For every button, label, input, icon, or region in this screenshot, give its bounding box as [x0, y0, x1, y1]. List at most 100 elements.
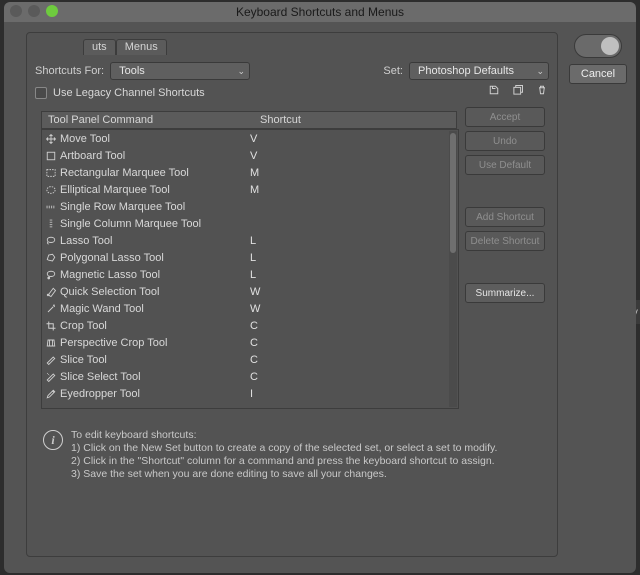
- tool-name: Polygonal Lasso Tool: [60, 252, 250, 264]
- tool-shortcut[interactable]: C: [250, 371, 290, 383]
- new-set-icon[interactable]: [511, 83, 525, 97]
- tool-row[interactable]: Crop ToolC: [42, 317, 448, 334]
- tool-row[interactable]: Lasso ToolL: [42, 232, 448, 249]
- tool-shortcut[interactable]: C: [250, 337, 290, 349]
- tool-name: Quick Selection Tool: [60, 286, 250, 298]
- tool-shortcut[interactable]: W: [250, 286, 290, 298]
- header-shortcut: Shortcut: [260, 114, 301, 126]
- tool-shortcut[interactable]: I: [250, 388, 290, 400]
- zoom-icon[interactable]: [46, 5, 58, 17]
- label-legacy: Use Legacy Channel Shortcuts: [53, 87, 205, 99]
- tab-shortcuts[interactable]: uts: [83, 39, 116, 55]
- tool-shortcut[interactable]: L: [250, 252, 290, 264]
- tool-row[interactable]: Perspective Crop ToolC: [42, 334, 448, 351]
- header-command: Tool Panel Command: [42, 114, 260, 126]
- info-line-1: 1) Click on the New Set button to create…: [71, 442, 497, 455]
- tool-row[interactable]: Rectangular Marquee ToolM: [42, 164, 448, 181]
- tool-shortcut[interactable]: L: [250, 235, 290, 247]
- label-shortcuts-for: Shortcuts For:: [35, 65, 104, 77]
- close-icon[interactable]: [10, 5, 22, 17]
- tool-shortcut[interactable]: C: [250, 354, 290, 366]
- scrollbar[interactable]: [449, 131, 457, 407]
- select-set-value: Photoshop Defaults: [418, 65, 514, 77]
- tool-row[interactable]: Eyedropper ToolI: [42, 385, 448, 402]
- ok-toggle[interactable]: [574, 34, 622, 58]
- delete-shortcut-button[interactable]: Delete Shortcut: [465, 231, 545, 251]
- slice-icon: [42, 354, 60, 366]
- tool-name: Slice Select Tool: [60, 371, 250, 383]
- app-background: ty Keyboard Shortcuts and Menus Cancel u…: [0, 0, 640, 575]
- row-marq-icon: [42, 201, 60, 213]
- tool-row[interactable]: Magic Wand ToolW: [42, 300, 448, 317]
- checkbox-legacy[interactable]: [35, 87, 47, 99]
- tool-row[interactable]: Single Row Marquee Tool: [42, 198, 448, 215]
- cancel-button[interactable]: Cancel: [569, 64, 627, 84]
- col-marq-icon: [42, 218, 60, 230]
- tool-name: Lasso Tool: [60, 235, 250, 247]
- tool-name: Magnetic Lasso Tool: [60, 269, 250, 281]
- mag-lasso-icon: [42, 269, 60, 281]
- tool-shortcut[interactable]: M: [250, 167, 290, 179]
- use-default-button[interactable]: Use Default: [465, 155, 545, 175]
- artboard-icon: [42, 150, 60, 162]
- select-shortcuts-for-value: Tools: [119, 65, 145, 77]
- poly-lasso-icon: [42, 252, 60, 264]
- summarize-button[interactable]: Summarize...: [465, 283, 545, 303]
- window-controls: [10, 5, 58, 17]
- tool-shortcut[interactable]: L: [250, 269, 290, 281]
- quick-sel-icon: [42, 286, 60, 298]
- info-line-3: 3) Save the set when you are done editin…: [71, 468, 497, 481]
- chevron-down-icon: ⌄: [536, 66, 544, 77]
- tool-name: Single Column Marquee Tool: [60, 218, 250, 230]
- window-title: Keyboard Shortcuts and Menus: [4, 5, 636, 19]
- tool-name: Single Row Marquee Tool: [60, 201, 250, 213]
- tabs: uts Menus: [83, 39, 167, 55]
- tool-name: Slice Tool: [60, 354, 250, 366]
- tool-name: Eyedropper Tool: [60, 388, 250, 400]
- dialog-body: Cancel uts Menus Shortcuts For: Tools ⌄ …: [4, 22, 636, 573]
- add-shortcut-button[interactable]: Add Shortcut: [465, 207, 545, 227]
- tool-name: Artboard Tool: [60, 150, 250, 162]
- tool-shortcut[interactable]: V: [250, 150, 290, 162]
- tool-list: Move ToolVArtboard ToolVRectangular Marq…: [41, 129, 459, 409]
- tool-name: Perspective Crop Tool: [60, 337, 250, 349]
- tool-name: Crop Tool: [60, 320, 250, 332]
- select-set[interactable]: Photoshop Defaults ⌄: [409, 62, 549, 80]
- tool-shortcut[interactable]: C: [250, 320, 290, 332]
- tool-row[interactable]: Single Column Marquee Tool: [42, 215, 448, 232]
- slice-sel-icon: [42, 371, 60, 383]
- tool-row[interactable]: Artboard ToolV: [42, 147, 448, 164]
- info-panel: i To edit keyboard shortcuts: 1) Click o…: [43, 429, 541, 481]
- accept-button[interactable]: Accept: [465, 107, 545, 127]
- delete-set-icon[interactable]: [535, 83, 549, 97]
- select-shortcuts-for[interactable]: Tools ⌄: [110, 62, 250, 80]
- scrollbar-thumb[interactable]: [450, 133, 456, 253]
- minimize-icon[interactable]: [28, 5, 40, 17]
- tool-name: Magic Wand Tool: [60, 303, 250, 315]
- tool-row[interactable]: Slice Select ToolC: [42, 368, 448, 385]
- tool-row[interactable]: Polygonal Lasso ToolL: [42, 249, 448, 266]
- tool-shortcut[interactable]: V: [250, 133, 290, 145]
- tool-row[interactable]: Magnetic Lasso ToolL: [42, 266, 448, 283]
- tool-row[interactable]: Quick Selection ToolW: [42, 283, 448, 300]
- ell-marq-icon: [42, 184, 60, 196]
- tool-row[interactable]: Slice ToolC: [42, 351, 448, 368]
- titlebar: Keyboard Shortcuts and Menus: [4, 2, 636, 22]
- save-set-icon[interactable]: [487, 83, 501, 97]
- tab-menus[interactable]: Menus: [116, 39, 167, 55]
- info-line-2: 2) Click in the "Shortcut" column for a …: [71, 455, 497, 468]
- info-icon: i: [43, 430, 63, 450]
- info-heading: To edit keyboard shortcuts:: [71, 429, 497, 442]
- chevron-down-icon: ⌄: [238, 66, 246, 77]
- dialog-inner: uts Menus Shortcuts For: Tools ⌄ Set: Ph…: [26, 32, 558, 557]
- tool-name: Move Tool: [60, 133, 250, 145]
- tool-row[interactable]: Elliptical Marquee ToolM: [42, 181, 448, 198]
- lasso-icon: [42, 235, 60, 247]
- tool-shortcut[interactable]: M: [250, 184, 290, 196]
- pcrop-icon: [42, 337, 60, 349]
- eyedrop-icon: [42, 388, 60, 400]
- tool-name: Elliptical Marquee Tool: [60, 184, 250, 196]
- tool-shortcut[interactable]: W: [250, 303, 290, 315]
- undo-button[interactable]: Undo: [465, 131, 545, 151]
- tool-row[interactable]: Move ToolV: [42, 130, 448, 147]
